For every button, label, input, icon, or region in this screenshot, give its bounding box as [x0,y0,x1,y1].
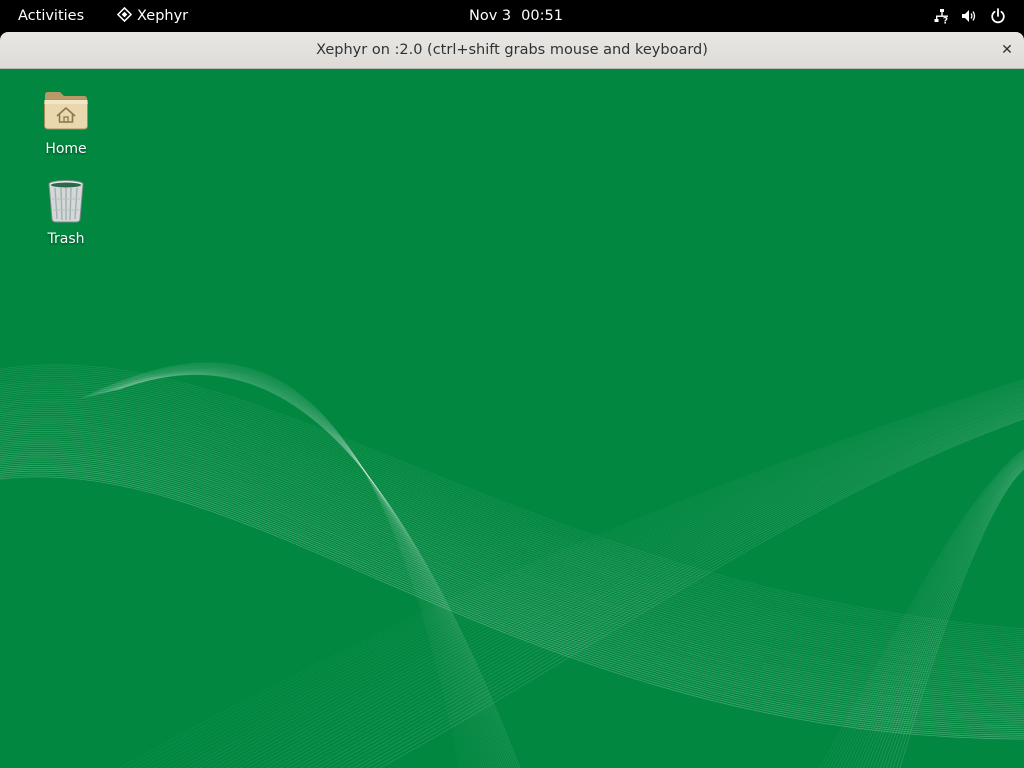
desktop-icon-label: Home [45,141,87,157]
clock-date: Nov 3 [469,8,512,24]
clock[interactable]: Nov 3 00:51 [469,0,563,32]
xephyr-app-icon [117,7,132,22]
close-button[interactable]: ✕ [998,41,1016,59]
top-bar: Activities Xephyr Nov 3 00:51 ? [0,0,1024,32]
network-question-icon[interactable]: ? [934,8,950,24]
home-folder-icon [44,92,88,130]
desktop-icon-home[interactable]: Home [21,89,111,157]
power-icon[interactable] [990,8,1006,24]
desktop[interactable]: Home Trash [0,69,1024,768]
wallpaper-waves [0,362,1024,768]
app-menu[interactable]: Xephyr [117,0,188,32]
window-title: Xephyr on :2.0 (ctrl+shift grabs mouse a… [316,42,708,58]
volume-icon[interactable] [961,8,977,24]
activities-button[interactable]: Activities [18,0,84,32]
svg-text:?: ? [943,17,948,25]
screen: Activities Xephyr Nov 3 00:51 ? Xephyr o… [0,0,1024,768]
trash-icon [48,180,84,223]
desktop-icon-label: Trash [47,231,85,247]
clock-time: 00:51 [521,8,563,24]
desktop-icon-trash[interactable]: Trash [21,179,111,247]
app-menu-label: Xephyr [137,8,189,24]
window-titlebar[interactable]: Xephyr on :2.0 (ctrl+shift grabs mouse a… [0,32,1024,69]
